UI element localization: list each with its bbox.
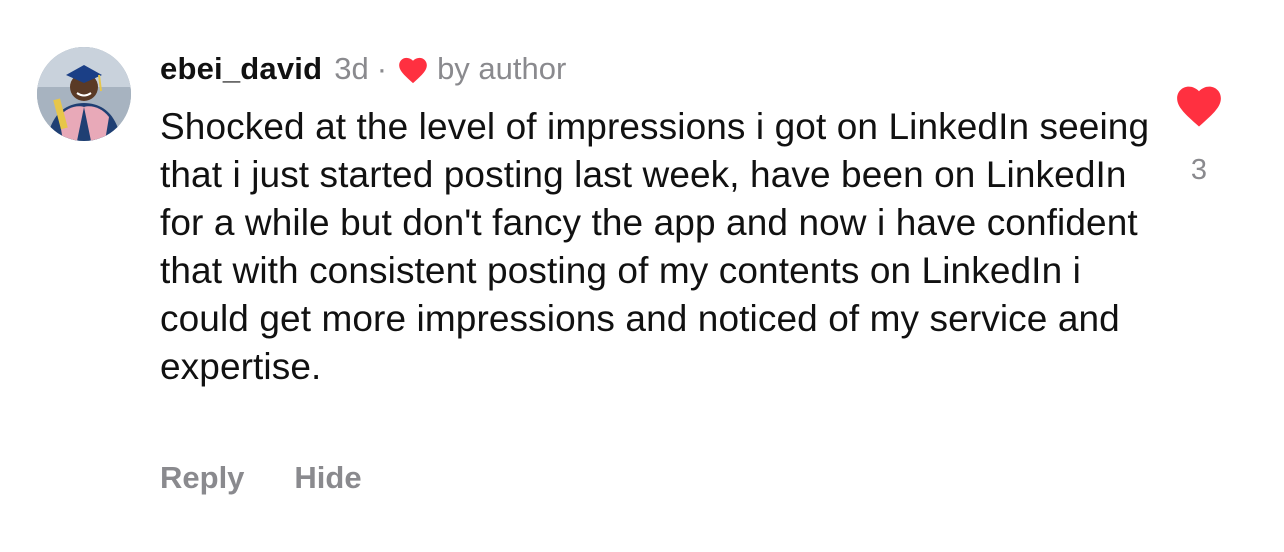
- username[interactable]: ebei_david: [160, 51, 322, 87]
- heart-icon: [399, 57, 427, 83]
- like-column: 3: [1168, 82, 1230, 187]
- comment-actions: Reply Hide: [160, 460, 412, 496]
- reply-button[interactable]: Reply: [160, 460, 244, 496]
- comment-item: ebei_david 3d · by author Shocked at the…: [0, 0, 1284, 552]
- like-count[interactable]: 3: [1191, 154, 1207, 187]
- avatar[interactable]: [37, 47, 131, 141]
- comment-time: 3d: [334, 51, 369, 86]
- liked-by-author-label: by author: [437, 51, 567, 86]
- meta-separator: ·: [376, 51, 388, 86]
- heart-icon[interactable]: [1174, 82, 1224, 128]
- comment-text: Shocked at the level of impressions i go…: [160, 106, 1150, 387]
- comment-meta: ebei_david 3d · by author: [160, 47, 566, 91]
- avatar-photo-icon: [37, 47, 131, 141]
- hide-button[interactable]: Hide: [294, 460, 361, 496]
